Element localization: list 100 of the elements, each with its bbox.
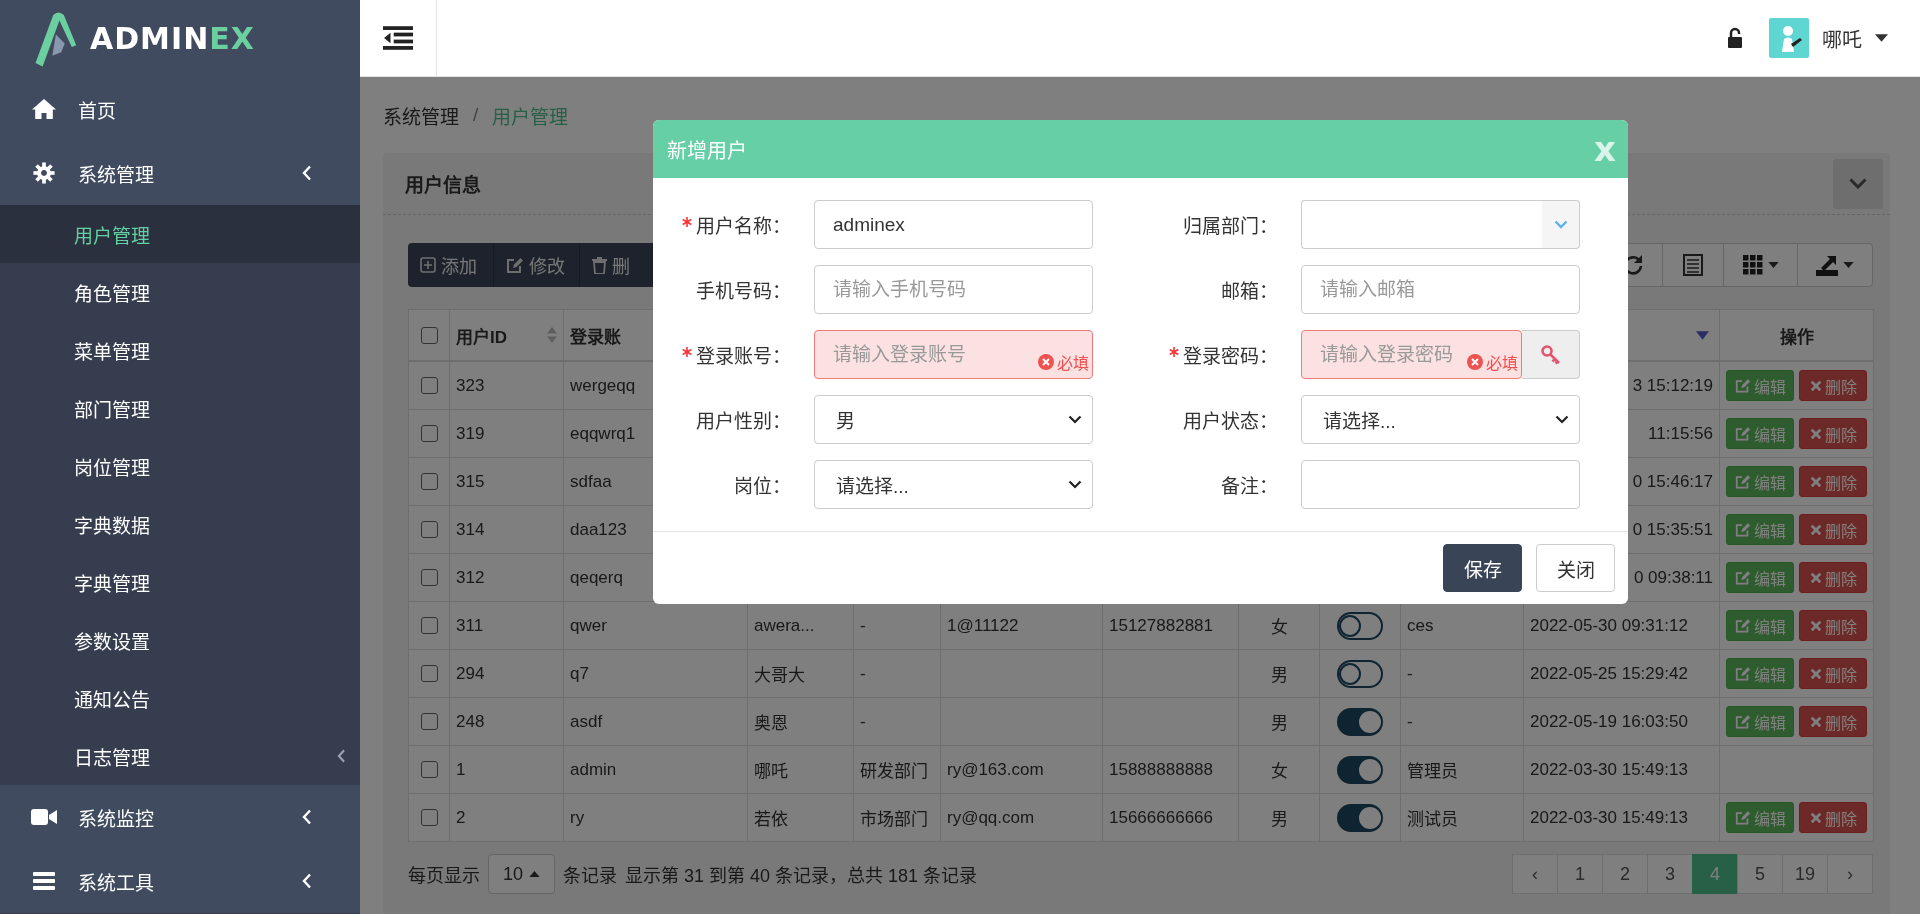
breadcrumb-item[interactable]: 系统管理: [383, 101, 459, 129]
edit-button[interactable]: 编辑: [1726, 802, 1794, 833]
table-cell: 大哥大: [747, 649, 854, 698]
checkbox[interactable]: [420, 665, 438, 682]
sidebar-item[interactable]: 系统监控: [0, 785, 360, 849]
checkbox[interactable]: [420, 473, 438, 490]
page-button[interactable]: ›: [1827, 854, 1873, 894]
chevron-left-icon: [302, 165, 312, 181]
edit-button[interactable]: 编辑: [1726, 466, 1794, 497]
page-button[interactable]: 5: [1737, 854, 1783, 894]
edit-icon: [1734, 426, 1751, 441]
sidebar-subitem[interactable]: 字典管理: [0, 553, 360, 611]
page-button[interactable]: 1: [1557, 854, 1603, 894]
sidebar-subitem[interactable]: 日志管理: [0, 727, 360, 785]
page-button[interactable]: ‹: [1512, 854, 1558, 894]
grid-icon: [1742, 255, 1763, 275]
chevron-down-icon: [1555, 415, 1569, 424]
sidebar-subitem[interactable]: 岗位管理: [0, 437, 360, 495]
table-cell: 女: [1238, 745, 1320, 794]
table-cell: 研发部门: [853, 745, 941, 794]
checkbox[interactable]: [420, 761, 438, 778]
trash-icon: [592, 256, 607, 274]
delete-button[interactable]: 删除: [1799, 562, 1867, 593]
sidebar-item[interactable]: 首页: [0, 77, 360, 141]
toolbar-button[interactable]: 修改: [494, 243, 580, 287]
toggle-switch[interactable]: [1337, 803, 1383, 832]
edit-icon: [1734, 810, 1751, 825]
sidebar-subitem[interactable]: 菜单管理: [0, 321, 360, 379]
select-field[interactable]: 请选择...: [814, 460, 1093, 509]
toggle-switch[interactable]: [1337, 755, 1383, 784]
edit-button[interactable]: 编辑: [1726, 418, 1794, 449]
delete-button[interactable]: 删除: [1799, 706, 1867, 737]
table-cell: 15666666666: [1102, 793, 1239, 842]
sidebar-subitem[interactable]: 参数设置: [0, 611, 360, 669]
user-menu[interactable]: 哪吒: [1769, 18, 1888, 58]
checkbox[interactable]: [420, 326, 438, 344]
field-label: 用户状态：: [1183, 410, 1278, 433]
page-button[interactable]: 19: [1782, 854, 1828, 894]
sidebar-item[interactable]: 系统工具: [0, 849, 360, 913]
toolbar-button[interactable]: 添加: [408, 243, 494, 287]
delete-button[interactable]: 删除: [1799, 466, 1867, 497]
field-label: 登录密码：: [1183, 345, 1278, 368]
edit-button[interactable]: 编辑: [1726, 370, 1794, 401]
page-button[interactable]: 3: [1647, 854, 1693, 894]
edit-icon: [1734, 666, 1751, 681]
save-button[interactable]: 保存: [1443, 544, 1522, 592]
page-button[interactable]: 2: [1602, 854, 1648, 894]
table-cell: ry: [563, 793, 748, 842]
toggle-switch[interactable]: [1337, 611, 1383, 640]
caret-icon: [1843, 262, 1854, 268]
lock-button[interactable]: [1727, 27, 1743, 49]
input-field[interactable]: [1301, 460, 1580, 509]
select-field[interactable]: 男: [814, 395, 1093, 444]
checkbox[interactable]: [420, 521, 438, 538]
input-field[interactable]: 请输入手机号码: [814, 265, 1093, 314]
page-size-select[interactable]: 10: [488, 854, 556, 894]
sidebar-subitem[interactable]: 用户管理: [0, 205, 360, 263]
checkbox[interactable]: [420, 809, 438, 826]
page-button[interactable]: 4: [1692, 854, 1738, 894]
delete-button[interactable]: 删除: [1799, 370, 1867, 401]
collapse-button[interactable]: [1833, 158, 1883, 209]
delete-button[interactable]: 删除: [1799, 514, 1867, 545]
edit-button[interactable]: 编辑: [1726, 562, 1794, 593]
select-field[interactable]: 请选择...: [1301, 395, 1580, 444]
breadcrumb-item[interactable]: 用户管理: [492, 101, 569, 129]
key-button[interactable]: [1522, 330, 1580, 379]
toggle-switch[interactable]: [1337, 659, 1383, 688]
delete-button[interactable]: 删除: [1799, 610, 1867, 641]
sidebar-subitem[interactable]: 字典数据: [0, 495, 360, 553]
table-cell: 323: [449, 361, 564, 410]
checkbox[interactable]: [420, 425, 438, 442]
delete-button[interactable]: 删除: [1799, 802, 1867, 833]
home-icon: [32, 98, 56, 120]
table-cell: 市场部门: [853, 793, 941, 842]
input-field[interactable]: adminex: [814, 200, 1093, 249]
close-button[interactable]: 关闭: [1536, 544, 1615, 592]
input-field[interactable]: 请输入邮箱: [1301, 265, 1580, 314]
edit-button[interactable]: 编辑: [1726, 658, 1794, 689]
chevron-down-icon: [1849, 178, 1867, 189]
sidebar-subitem[interactable]: 通知公告: [0, 669, 360, 727]
edit-button[interactable]: 编辑: [1726, 514, 1794, 545]
add-icon: [420, 257, 436, 273]
edit-icon: [506, 257, 524, 273]
sidebar-subitem[interactable]: 角色管理: [0, 263, 360, 321]
error-text: 必填: [1057, 354, 1089, 374]
sidebar-subitem[interactable]: 部门管理: [0, 379, 360, 437]
video-camera-icon: [31, 808, 57, 826]
page-summary: 显示第 31 到第 40 条记录，总共 181 条记录: [625, 865, 978, 887]
delete-button[interactable]: 删除: [1799, 418, 1867, 449]
delete-button[interactable]: 删除: [1799, 658, 1867, 689]
checkbox[interactable]: [420, 377, 438, 394]
edit-button[interactable]: 编辑: [1726, 610, 1794, 641]
toggle-switch[interactable]: [1337, 707, 1383, 736]
sidebar-item[interactable]: 系统管理: [0, 141, 360, 205]
close-icon: [1809, 811, 1822, 824]
checkbox[interactable]: [420, 617, 438, 634]
table-cell: -: [853, 649, 941, 698]
checkbox[interactable]: [420, 569, 438, 586]
checkbox[interactable]: [420, 713, 438, 730]
edit-button[interactable]: 编辑: [1726, 706, 1794, 737]
